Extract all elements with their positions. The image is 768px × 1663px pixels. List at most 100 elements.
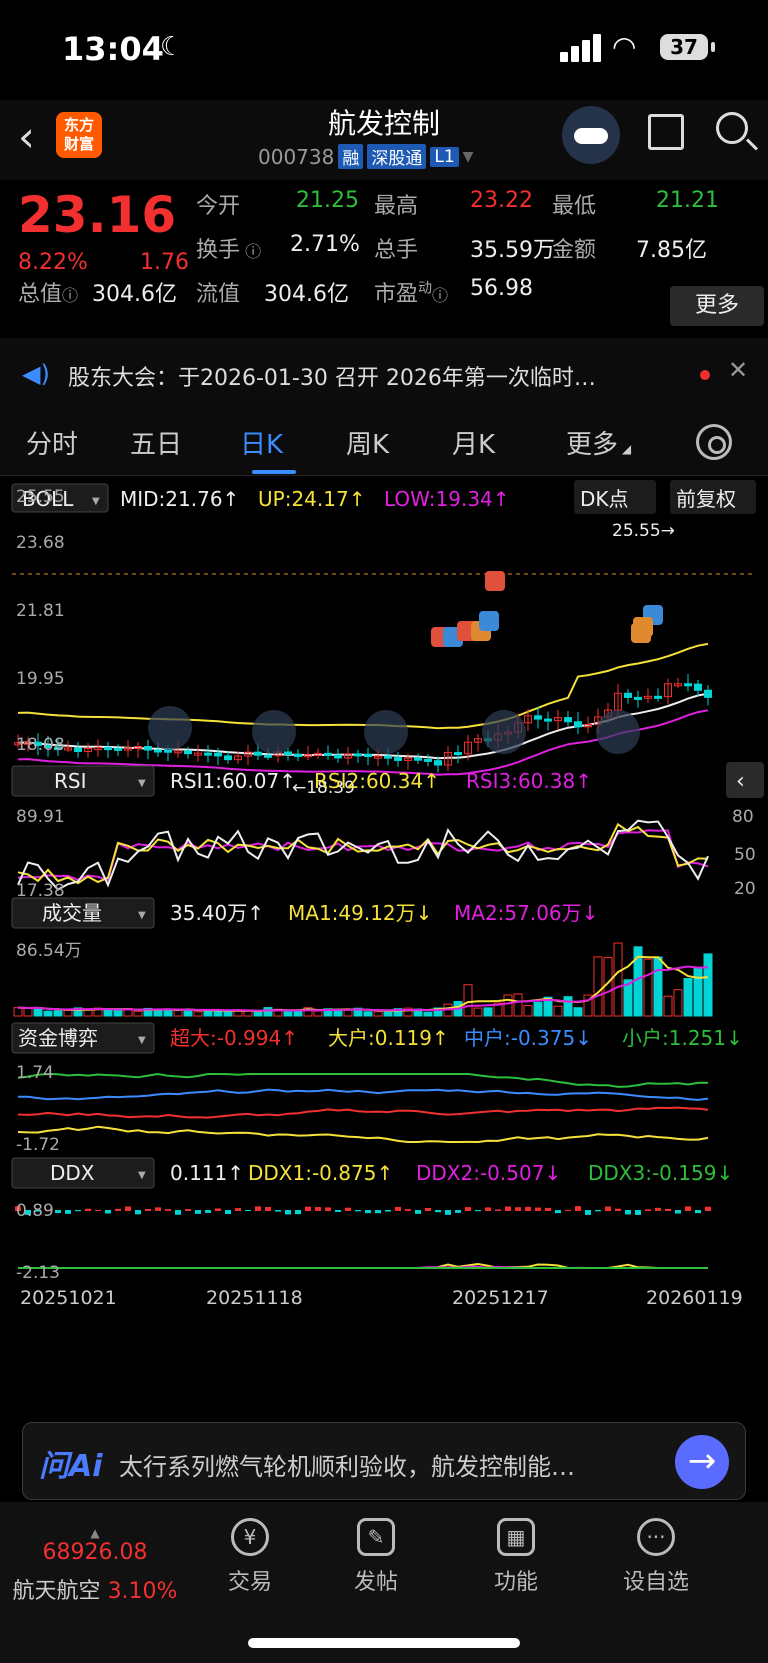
fund-small: 小户:1.251↓ — [622, 1026, 743, 1050]
notice-bar[interactable]: ◀) 股东大会：于2026-01-30 召开 2026年第一次临时… ✕ — [0, 338, 768, 410]
candle-body — [354, 753, 362, 757]
volume-bar — [593, 956, 603, 1017]
candle-body — [454, 752, 462, 756]
candle-body — [114, 747, 122, 751]
expand-icon — [596, 710, 640, 754]
tab-intraday[interactable]: 分时 — [26, 424, 78, 461]
volume-bar — [663, 995, 673, 1017]
boll-dropdown-icon: ▼ — [92, 496, 100, 507]
mktcap-label[interactable]: 总值ⓘ — [18, 276, 78, 308]
volume-bar — [43, 1010, 53, 1017]
candle-body — [384, 755, 392, 759]
ddx-bar — [425, 1207, 431, 1211]
volume-label: 总手 — [374, 238, 419, 263]
ddx-bar — [595, 1210, 601, 1212]
tab-five-day[interactable]: 五日 — [130, 424, 182, 461]
ddx-bar — [345, 1207, 351, 1211]
turnover-value: 2.71% — [290, 232, 360, 257]
candle-body — [574, 721, 582, 728]
candle-body — [164, 749, 172, 753]
ddx-bar — [245, 1210, 251, 1212]
volume-name: 成交量 — [42, 901, 102, 925]
tab-weekly[interactable]: 周K — [346, 424, 389, 461]
notice-text: 股东大会：于2026-01-30 召开 2026年第一次临时… — [68, 366, 596, 391]
fund-dropdown-icon: ▼ — [138, 1035, 146, 1046]
rsi-20: 20 — [734, 879, 756, 899]
ddx-bar — [205, 1210, 211, 1213]
rsi2: RSI2:60.34↑ — [314, 769, 440, 793]
robot-avatar-icon[interactable] — [562, 106, 620, 164]
volume-bar — [643, 958, 653, 1017]
boll-ytick-2: 23.68 — [16, 533, 65, 553]
ddx-bar — [635, 1210, 641, 1215]
tab-more[interactable]: 更多 ◢ — [566, 424, 631, 461]
volume-bar — [23, 1007, 33, 1017]
index-ticker[interactable]: ▲ 68926.08 航天航空 3.10% — [10, 1526, 180, 1605]
stock-subline[interactable]: 000738 融 深股通 L1 ▼ — [258, 144, 473, 169]
dots-icon: ··· — [637, 1518, 675, 1556]
speaker-icon: ◀) — [22, 360, 50, 388]
ai-prompt-text: 太行系列燃气轮机顺利验收，航发控制能… — [119, 1453, 575, 1481]
search-icon[interactable] — [716, 112, 748, 144]
tab-daily[interactable]: 日K — [240, 424, 283, 461]
volume-bar — [283, 1010, 293, 1017]
ddx-bar — [555, 1210, 561, 1214]
volume-bar — [13, 1007, 23, 1017]
ddx-bar — [315, 1207, 321, 1211]
chevron-up-icon: ▲ — [90, 1526, 100, 1540]
ddx-value: 0.111↑ — [170, 1161, 244, 1185]
fund-bottom: -1.72 — [16, 1135, 60, 1155]
nav-post[interactable]: ✎ 发帖 — [326, 1512, 426, 1596]
index-name: 航天航空 — [12, 1579, 101, 1604]
close-icon[interactable]: ✕ — [728, 356, 748, 384]
candle-body — [364, 753, 372, 758]
candle-body — [624, 692, 632, 698]
ddx-bar — [365, 1210, 371, 1214]
ddx-name: DDX — [50, 1161, 95, 1185]
nav-functions[interactable]: ▦ 功能 — [466, 1512, 566, 1596]
volume-bar — [53, 1010, 63, 1017]
ddx-bar — [295, 1210, 301, 1215]
arrow-right-icon[interactable]: → — [675, 1435, 729, 1489]
ddx-bar — [85, 1208, 91, 1211]
rsi1-line — [17, 819, 709, 891]
fund-panel — [17, 1072, 709, 1144]
change-pct: 8.22% — [18, 250, 88, 275]
ddx-bar — [435, 1210, 441, 1213]
pe-label[interactable]: 市盈动ⓘ — [374, 276, 448, 308]
nav-trade[interactable]: ¥ 交易 — [200, 1512, 300, 1596]
fund-big-line — [17, 1125, 709, 1144]
ddx-bar — [585, 1210, 591, 1215]
ddx-bar — [125, 1206, 131, 1211]
fund-name: 资金博弈 — [18, 1026, 98, 1050]
candle-body — [224, 755, 232, 761]
collapse-button[interactable] — [726, 762, 764, 798]
ddx-bar — [95, 1209, 101, 1211]
ddx-bar — [415, 1210, 421, 1214]
boll-up: UP:24.17↑ — [258, 487, 365, 511]
ai-assistant-bar[interactable]: 问Ai 太行系列燃气轮机顺利验收，航发控制能… → — [22, 1422, 746, 1500]
ddx-bar — [495, 1209, 501, 1211]
nav-watchlist[interactable]: ··· 设自选 — [606, 1512, 706, 1596]
ddx-dropdown-icon: ▼ — [138, 1170, 146, 1181]
ddx-bar — [615, 1208, 621, 1211]
volume-bar — [113, 1009, 123, 1017]
status-bar: 13:04 ☾ ◠ 37 — [0, 0, 768, 100]
fund-mid-line — [18, 1088, 709, 1101]
more-button[interactable]: 更多 — [670, 286, 764, 326]
share-icon[interactable] — [648, 114, 684, 150]
gear-icon[interactable] — [696, 424, 732, 460]
volume-bar — [313, 1010, 323, 1017]
turnover-label[interactable]: 换手 ⓘ — [196, 232, 261, 264]
candle-body — [424, 758, 432, 762]
boll-ytick-5: 18.08 — [16, 735, 65, 755]
yen-icon: ¥ — [231, 1518, 269, 1556]
tag-connect: 深股通 — [367, 144, 427, 169]
rsi3: RSI3:60.38↑ — [466, 769, 592, 793]
tab-monthly[interactable]: 月K — [452, 424, 495, 461]
fund-mid: 中户:-0.375↓ — [464, 1026, 592, 1050]
ddx-bar — [195, 1210, 201, 1214]
candle-body — [144, 746, 152, 751]
kline-chart[interactable]: BOLL ▼ MID:21.76↑ UP:24.17↑ LOW:19.34↑ D… — [0, 478, 768, 1408]
ddx-bar — [605, 1206, 611, 1211]
